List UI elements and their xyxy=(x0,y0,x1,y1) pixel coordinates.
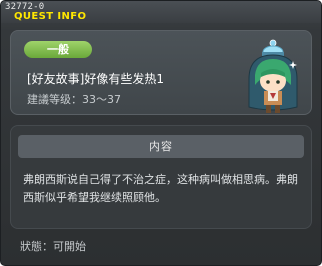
quest-detail-panel: 内容 弗朗西斯说自己得了不治之症，这种病叫做相思病。弗朗西斯似乎希望我继续照顾他… xyxy=(10,125,312,229)
quest-info-window: 32772-0 QUEST INFO 一般 [好友故事]好像有些发热1 建議等级… xyxy=(0,0,322,266)
detail-header: 内容 xyxy=(18,135,304,158)
npc-portrait xyxy=(248,39,298,113)
quest-category-badge: 一般 xyxy=(24,41,92,58)
quest-description: 弗朗西斯说自己得了不治之症，这种病叫做相思病。弗朗西斯似乎希望我继续照顾他。 xyxy=(23,173,298,204)
window-title: QUEST INFO xyxy=(14,11,87,22)
quest-status: 狀態：可開始 xyxy=(20,240,86,253)
quest-title: [好友故事]好像有些发热1 xyxy=(27,72,164,86)
quest-summary-panel: 一般 [好友故事]好像有些发热1 建議等级：33～37 xyxy=(10,30,312,115)
recommended-level: 建議等级：33～37 xyxy=(27,93,121,106)
